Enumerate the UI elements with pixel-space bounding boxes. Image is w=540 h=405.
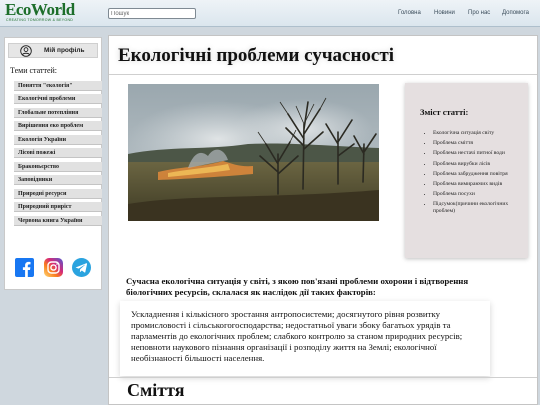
section-title: Сміття	[127, 380, 185, 400]
nav-about[interactable]: Про нас	[468, 10, 490, 16]
body-paragraph: Ускладнення і кількісного зростання антр…	[131, 309, 463, 363]
profile-button[interactable]: Мій профіль	[8, 43, 98, 58]
toc-title: Зміст статті:	[420, 107, 469, 117]
sidebar-item-eco-problems[interactable]: Екологічні проблеми	[14, 94, 102, 104]
toc-item[interactable]: Екологічна ситуація світу	[433, 130, 523, 137]
sidebar-item-natural-growth[interactable]: Природний приріст	[14, 202, 102, 212]
sidebar-item-global-warming[interactable]: Глобальне потепління	[14, 108, 102, 118]
sidebar-item-ukraine-ecology[interactable]: Екологія України	[14, 135, 102, 145]
telegram-icon[interactable]	[72, 258, 91, 277]
logo-text: EcoWorld	[5, 0, 75, 19]
toc-item[interactable]: Проблема забрудження повітря	[433, 171, 523, 178]
divider	[109, 377, 537, 378]
sidebar-item-reserves[interactable]: Заповідники	[14, 175, 102, 185]
logo-tagline: CREATING TOMORROW & BEYOND	[6, 18, 74, 22]
lead-paragraph: Сучасна екологічна ситуація у світі, з я…	[126, 276, 469, 297]
sidebar-item-red-book[interactable]: Червона книга України	[14, 216, 102, 226]
wildfire-photo	[128, 84, 379, 221]
toc-item[interactable]: Підсумок(причини екологічних проблем)	[433, 201, 523, 215]
toc-item[interactable]: Проблема сміття	[433, 140, 523, 147]
sidebar-item-eco-solutions[interactable]: Вирішення еко проблем	[14, 121, 102, 131]
facebook-icon[interactable]	[15, 258, 34, 277]
user-icon	[20, 45, 32, 57]
themes-title: Теми статтей:	[10, 66, 58, 75]
search-input[interactable]	[108, 8, 196, 19]
sidebar-item-natural-resources[interactable]: Природні ресурси	[14, 189, 102, 199]
page-title: Екологічні проблеми сучасності	[118, 45, 394, 66]
profile-label: Мій профіль	[44, 47, 85, 54]
sidebar-item-forest-fires[interactable]: Лісові пожежі	[14, 148, 102, 158]
toc-item[interactable]: Проблема посухи	[433, 191, 523, 198]
sidebar-item-ecology-concept[interactable]: Поняття "екологія"	[14, 81, 102, 91]
toc-item[interactable]: Проблема вирубки лісів	[433, 161, 523, 168]
toc-item[interactable]: Проблема вимираючих видів	[433, 181, 523, 188]
toc-item[interactable]: Проблема нестачі питної води	[433, 150, 523, 157]
sidebar-item-poaching[interactable]: Браконьєрство	[14, 162, 102, 172]
logo[interactable]: EcoWorld CREATING TOMORROW & BEYOND	[5, 1, 91, 25]
nav-help[interactable]: Допомога	[502, 10, 529, 16]
nav-home[interactable]: Головна	[398, 10, 421, 16]
instagram-icon[interactable]	[44, 258, 63, 277]
divider	[109, 74, 537, 75]
toc-box: Зміст статті: Екологічна ситуація світу …	[405, 83, 528, 258]
nav-news[interactable]: Новини	[434, 10, 455, 16]
toc-list: Екологічна ситуація світу Проблема смітт…	[425, 130, 523, 219]
